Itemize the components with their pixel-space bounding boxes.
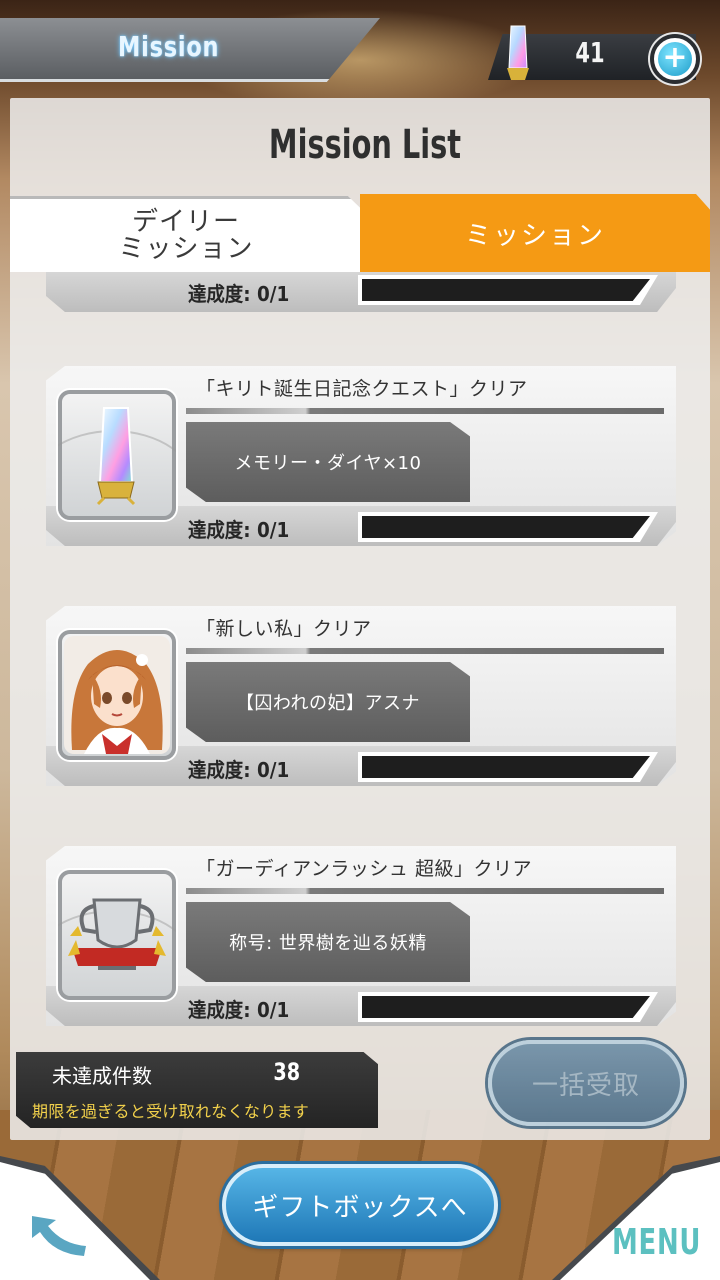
progress-label: 達成度: 0/1 bbox=[188, 518, 290, 542]
mission-card[interactable]: 「キリト誕生日記念クエスト」クリア メモリー・ダイヤ×10 達成度: 0/1 bbox=[46, 366, 676, 546]
mission-card-partial: 達成度: 0/1 bbox=[46, 272, 676, 312]
expiry-warning: 期限を過ぎると受け取れなくなります bbox=[32, 1102, 310, 1121]
progress-bar bbox=[362, 516, 650, 538]
gift-box-button[interactable]: ギフトボックスへ bbox=[222, 1164, 498, 1246]
memory-diamond-icon bbox=[507, 25, 529, 80]
currency-value: 41 bbox=[575, 36, 605, 69]
mission-name: 「新しい私」クリア bbox=[196, 618, 372, 640]
progress-label: 達成度: 0/1 bbox=[188, 998, 290, 1022]
progress-bar bbox=[362, 756, 650, 778]
reward-label: 称号: 世界樹を辿る妖精 bbox=[229, 933, 427, 954]
bulk-receive-button[interactable]: 一括受取 bbox=[488, 1040, 684, 1126]
reward-box: 称号: 世界樹を辿る妖精 bbox=[186, 902, 470, 982]
screen-title-bar: Mission bbox=[0, 18, 380, 82]
reward-icon-frame bbox=[58, 390, 176, 520]
reward-box: メモリー・ダイヤ×10 bbox=[186, 422, 470, 502]
progress-bar bbox=[362, 996, 650, 1018]
add-currency-button[interactable]: + bbox=[650, 34, 700, 84]
panel-title: Mission List bbox=[268, 122, 462, 168]
plus-icon: + bbox=[658, 42, 692, 76]
mission-name: 「キリト誕生日記念クエスト」クリア bbox=[196, 378, 528, 400]
progress-bar bbox=[362, 279, 650, 301]
mission-card[interactable]: 「ガーディアンラッシュ 超級」クリア 称号: 世界樹を辿る妖精 達成度: 0/1 bbox=[46, 846, 676, 1026]
reward-icon-frame bbox=[58, 630, 176, 760]
unachieved-count: 38 bbox=[273, 1058, 301, 1086]
tab-mission-label: ミッション bbox=[464, 220, 605, 251]
mission-name: 「ガーディアンラッシュ 超級」クリア bbox=[196, 858, 532, 880]
back-arrow-icon[interactable] bbox=[26, 1210, 90, 1260]
asuna-portrait-icon bbox=[64, 636, 170, 754]
menu-label[interactable]: MENU bbox=[612, 1222, 701, 1263]
trophy-title-icon bbox=[68, 898, 166, 970]
screen-title: Mission bbox=[118, 30, 220, 63]
tab-daily-label: デイリー ミッション bbox=[118, 206, 254, 264]
tab-mission[interactable]: ミッション bbox=[360, 194, 710, 272]
reward-icon-frame bbox=[58, 870, 176, 1000]
progress-label: 達成度: 0/1 bbox=[188, 758, 290, 782]
memory-diamond-icon bbox=[96, 407, 136, 506]
reward-label: メモリー・ダイヤ×10 bbox=[234, 453, 422, 474]
gift-box-label: ギフトボックスへ bbox=[252, 1192, 468, 1223]
progress-label: 達成度: 0/1 bbox=[188, 282, 290, 306]
tab-daily-mission[interactable]: デイリー ミッション bbox=[10, 196, 362, 272]
bulk-receive-label: 一括受取 bbox=[531, 1070, 640, 1101]
mission-card[interactable]: 「新しい私」クリア 【囚われの妃】アスナ 達成度: 0/1 bbox=[46, 606, 676, 786]
unachieved-label: 未達成件数 bbox=[52, 1064, 152, 1088]
reward-label: 【囚われの妃】アスナ bbox=[235, 693, 421, 714]
reward-box: 【囚われの妃】アスナ bbox=[186, 662, 470, 742]
